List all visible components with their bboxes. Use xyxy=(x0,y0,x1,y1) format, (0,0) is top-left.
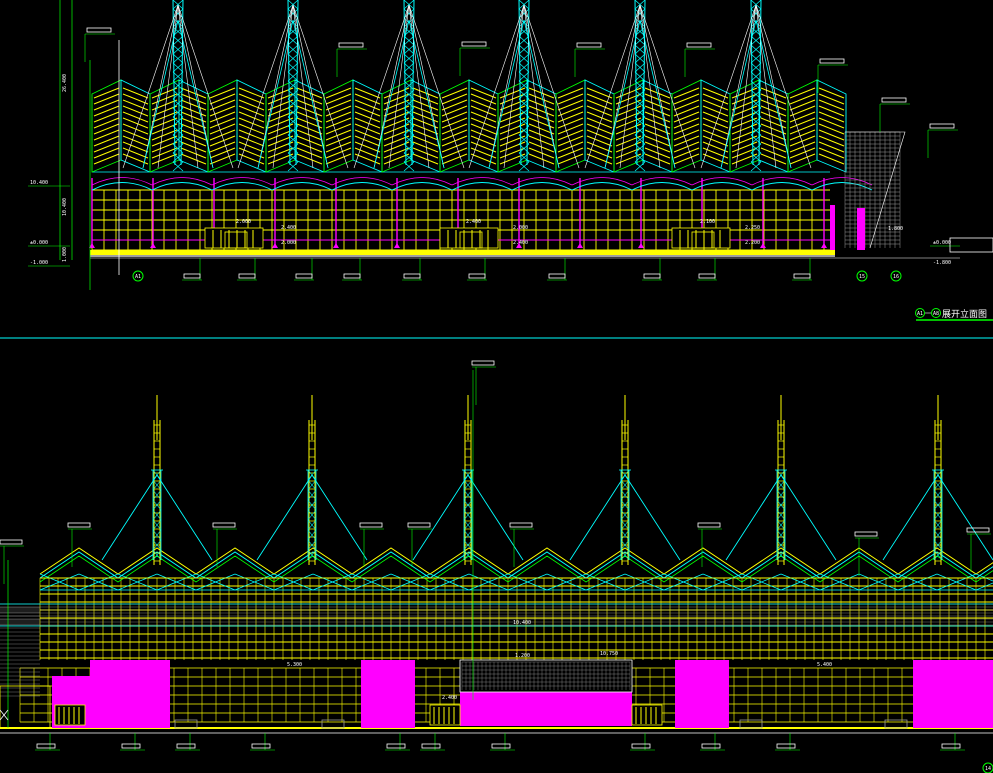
magenta-block xyxy=(460,692,632,726)
level-text: 10.400 xyxy=(30,180,48,186)
mark-text: 2.200 xyxy=(745,240,760,246)
axis-bubble-label: 16 xyxy=(893,274,899,280)
mark-text: 5.400 xyxy=(817,662,832,668)
entrance-frame xyxy=(671,227,731,249)
dimension-text: 1.000 xyxy=(62,247,68,262)
mark-text: 10.750 xyxy=(600,651,618,657)
level-text: -1.800 xyxy=(933,260,951,266)
magenta-block xyxy=(90,660,170,728)
mark-text: 2.400 xyxy=(466,219,481,225)
mark-text: 2.400 xyxy=(281,225,296,231)
magenta-block xyxy=(361,660,415,728)
mark-text: 10.400 xyxy=(513,620,531,626)
drawing-background xyxy=(0,0,993,773)
entrance-frame xyxy=(204,227,264,249)
mark-text: 2.250 xyxy=(745,225,760,231)
mark-text: 2.400 xyxy=(513,240,528,246)
magenta-block xyxy=(675,660,729,728)
mark-text: 2.100 xyxy=(700,219,715,225)
axis-bubble-label: 14 xyxy=(985,766,991,772)
level-text: ±0.000 xyxy=(933,240,951,246)
mark-text: 2.400 xyxy=(442,695,457,701)
upper-view-title-text: 展开立面图 xyxy=(942,308,987,320)
magenta-block xyxy=(913,660,993,728)
title-axis-to: A8 xyxy=(933,311,939,317)
mark-text: 2.000 xyxy=(281,240,296,246)
end-magenta-block xyxy=(830,205,835,250)
title-axis-from: A1 xyxy=(917,311,923,317)
axis-bubble-label: A1 xyxy=(135,274,141,280)
mark-text: 2.000 xyxy=(236,219,251,225)
end-magenta-block xyxy=(857,208,865,250)
mark-text: 1.200 xyxy=(515,653,530,659)
level-text: ±0.000 xyxy=(30,240,48,246)
level-text: -1.000 xyxy=(30,260,48,266)
dimension-text: 26.400 xyxy=(62,74,68,92)
mark-text: 1.800 xyxy=(888,226,903,232)
mark-text: 5.300 xyxy=(287,662,302,668)
axis-bubble-label: 15 xyxy=(859,274,865,280)
mark-text: 2.000 xyxy=(513,225,528,231)
dimension-text: 10.400 xyxy=(62,198,68,216)
cad-elevation-drawing: 26.400 10.400 1.000 10.400 ±0.000 -1.000 ±0.00… xyxy=(0,0,993,773)
upper-base-band xyxy=(90,250,835,255)
entrance-frame xyxy=(439,227,499,249)
